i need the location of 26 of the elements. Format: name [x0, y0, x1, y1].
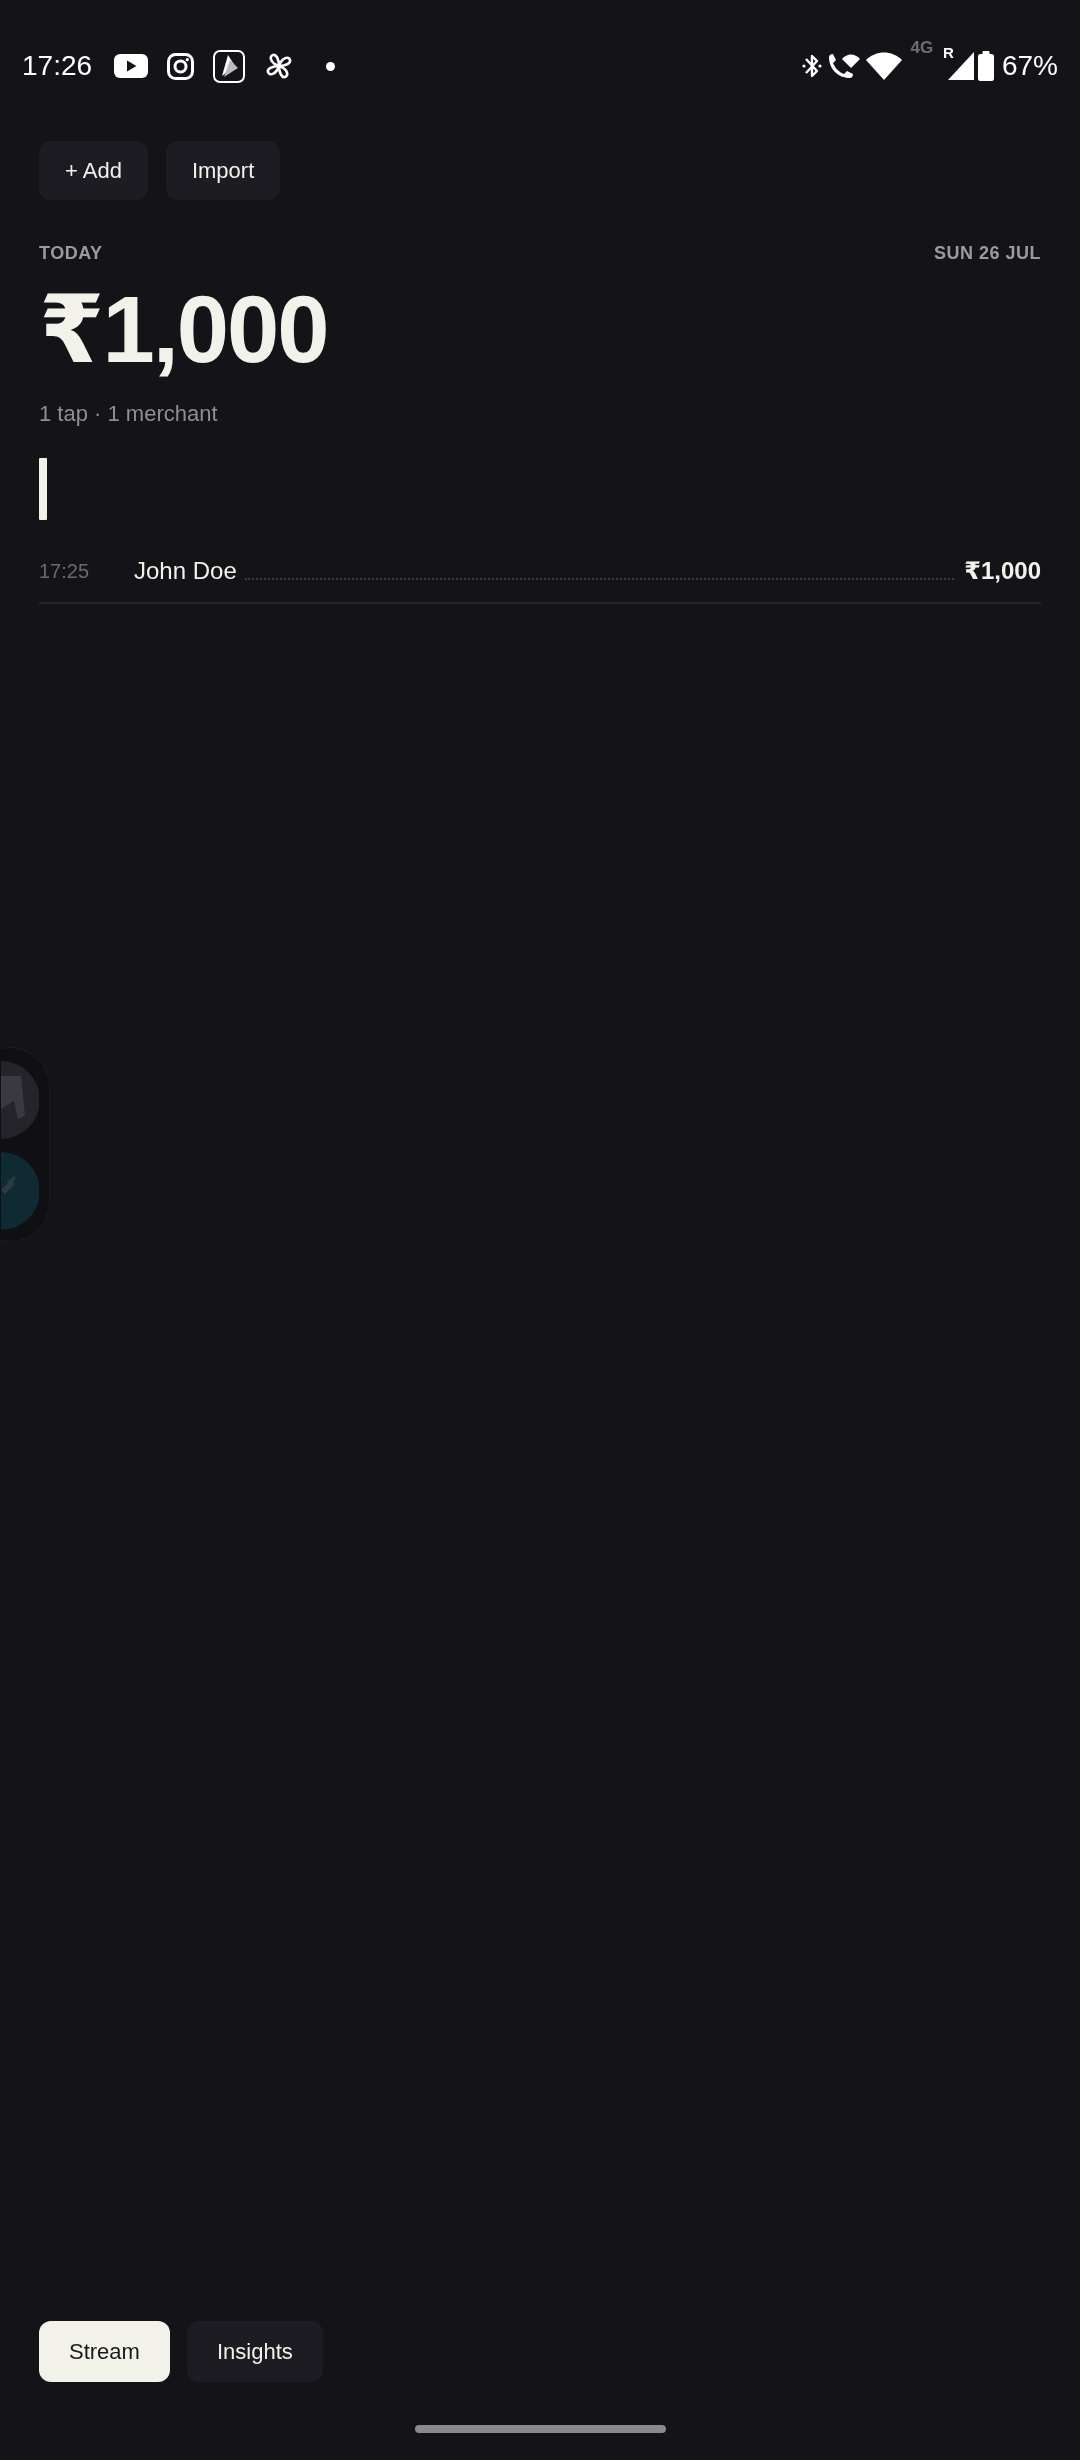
clock-time: 17:26	[22, 50, 93, 82]
action-button[interactable]: + Add	[39, 141, 148, 200]
spend-bar	[39, 458, 47, 520]
play-button-icon	[114, 54, 149, 78]
tab[interactable]: Insights	[186, 2321, 323, 2382]
summary-subtitle: 1 tap · 1 merchant	[39, 400, 218, 428]
period-label: TODAY	[39, 242, 103, 264]
tool-bubble-icon[interactable]	[1, 1152, 39, 1230]
camera-outline-icon	[167, 52, 195, 80]
app-bubble-icon[interactable]	[1, 1061, 39, 1139]
triangle-tile-icon	[213, 49, 246, 83]
phone-wifi-icon	[826, 51, 863, 81]
transaction-amount: ₹1,000	[964, 557, 1041, 585]
battery-level: 67%	[1001, 50, 1058, 82]
wifi-icon	[866, 52, 903, 80]
home-indicator[interactable]	[414, 2425, 666, 2433]
date-label: SUN 26 JUL	[933, 242, 1041, 264]
transaction-time: 17:25	[39, 559, 91, 583]
total-amount: ₹1,000	[39, 280, 328, 380]
roaming-indicator: R	[943, 44, 954, 61]
dot-icon	[326, 61, 336, 71]
merchant-name: John Doe	[134, 557, 237, 585]
action-button[interactable]: Import	[165, 141, 281, 200]
network-type: 4G	[910, 38, 934, 57]
tab[interactable]: Stream	[39, 2321, 170, 2382]
battery-icon	[977, 51, 994, 81]
